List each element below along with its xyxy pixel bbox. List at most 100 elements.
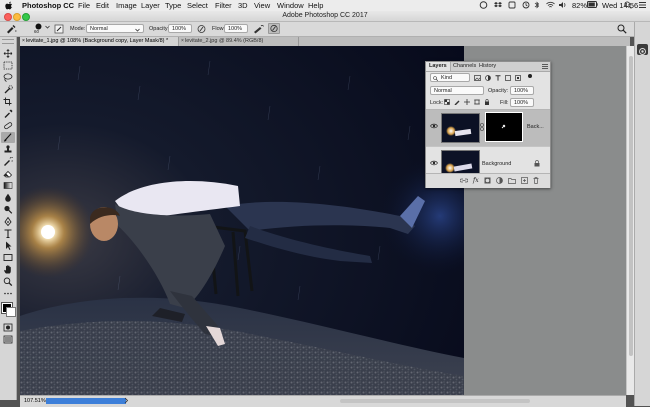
properties-panel-icon[interactable] <box>637 44 648 55</box>
lock-pixels-icon[interactable] <box>454 99 460 105</box>
document-info-bar[interactable] <box>46 398 126 404</box>
path-selection-tool-icon[interactable] <box>3 241 13 250</box>
tab-layers[interactable]: Layers <box>426 62 451 71</box>
spotlight-icon[interactable] <box>624 1 632 11</box>
volume-icon[interactable] <box>558 1 567 11</box>
panel-menu-icon[interactable] <box>542 64 548 71</box>
background-color-swatch[interactable] <box>6 307 16 317</box>
menu-select[interactable]: Select <box>187 1 208 10</box>
new-adjustment-layer-icon[interactable] <box>496 177 503 184</box>
zoom-tool-icon[interactable] <box>3 277 13 286</box>
eye-icon[interactable] <box>430 123 438 129</box>
pressure-size-icon[interactable] <box>268 23 280 34</box>
filter-adjustment-icon[interactable] <box>485 75 491 81</box>
quick-selection-tool-icon[interactable] <box>3 85 13 94</box>
menu-file[interactable]: File <box>78 1 90 10</box>
eraser-tool-icon[interactable] <box>3 169 13 178</box>
filter-pixel-icon[interactable] <box>474 75 481 81</box>
wifi-icon[interactable] <box>546 1 555 11</box>
creative-cloud-icon[interactable] <box>479 1 488 11</box>
horizontal-scrollbar-thumb[interactable] <box>340 399 530 403</box>
menu-extra-icon[interactable] <box>508 1 516 11</box>
filter-smart-object-icon[interactable] <box>515 75 521 81</box>
menu-window[interactable]: Window <box>277 1 304 10</box>
filter-shape-icon[interactable] <box>505 75 511 81</box>
new-layer-icon[interactable] <box>521 177 528 184</box>
document-canvas[interactable] <box>20 46 464 395</box>
lock-transparent-icon[interactable] <box>444 99 450 105</box>
lasso-tool-icon[interactable] <box>3 73 13 82</box>
layer-thumbnail[interactable] <box>441 113 480 143</box>
flow-field[interactable]: 100% <box>224 24 248 33</box>
menu-type[interactable]: Type <box>165 1 181 10</box>
dropbox-icon[interactable] <box>494 1 502 11</box>
search-icon[interactable] <box>617 24 627 36</box>
gradient-tool-icon[interactable] <box>3 181 13 190</box>
crop-tool-icon[interactable] <box>3 97 13 106</box>
bluetooth-icon[interactable] <box>534 1 540 11</box>
blur-tool-icon[interactable] <box>3 193 13 202</box>
trash-icon[interactable] <box>533 177 539 184</box>
menu-view[interactable]: View <box>254 1 270 10</box>
healing-brush-tool-icon[interactable] <box>3 121 13 130</box>
marquee-tool-icon[interactable] <box>3 61 13 70</box>
lock-all-icon[interactable] <box>484 99 490 105</box>
scrollbar-thumb[interactable] <box>629 56 633 356</box>
fill-field[interactable]: 100% <box>510 98 534 107</box>
battery-icon[interactable] <box>587 1 598 10</box>
link-layers-icon[interactable] <box>460 178 468 183</box>
brush-settings-panel-icon[interactable] <box>54 24 64 36</box>
history-brush-tool-icon[interactable] <box>3 157 13 166</box>
chevron-down-icon[interactable] <box>45 25 50 31</box>
link-icon[interactable] <box>480 123 484 131</box>
menu-help[interactable]: Help <box>308 1 323 10</box>
filter-toggle-icon[interactable] <box>528 74 532 78</box>
notification-center-icon[interactable] <box>638 1 647 11</box>
layer-row-background-copy[interactable]: Back... <box>426 110 550 147</box>
close-icon[interactable]: × <box>22 37 25 46</box>
eyedropper-tool-icon[interactable] <box>3 109 13 118</box>
menu-edit[interactable]: Edit <box>96 1 109 10</box>
more-tools-icon[interactable] <box>3 289 13 298</box>
mode-select[interactable]: Normal <box>86 24 144 33</box>
brush-tool-icon[interactable] <box>3 133 13 142</box>
app-menu[interactable]: Photoshop CC <box>22 1 74 10</box>
opacity-field[interactable]: 100% <box>168 24 192 33</box>
blend-mode-select[interactable]: Normal <box>430 86 484 95</box>
pressure-opacity-icon[interactable] <box>197 24 206 36</box>
add-mask-icon[interactable] <box>484 177 491 184</box>
chevron-right-icon[interactable] <box>124 397 129 406</box>
pen-tool-icon[interactable] <box>3 217 13 226</box>
eye-icon[interactable] <box>430 160 438 166</box>
rectangle-tool-icon[interactable] <box>3 253 13 262</box>
hand-tool-icon[interactable] <box>3 265 13 274</box>
brush-tool-preset-icon[interactable] <box>5 24 17 36</box>
layer-name[interactable]: Background <box>482 161 511 167</box>
airbrush-icon[interactable] <box>253 24 264 36</box>
filter-kind-select[interactable]: Kind <box>430 73 470 82</box>
tab-channels[interactable]: Channels <box>450 62 479 71</box>
lock-artboard-icon[interactable] <box>474 99 480 105</box>
menu-3d[interactable]: 3D <box>238 1 248 10</box>
layer-mask-thumbnail[interactable] <box>485 112 523 142</box>
dodge-tool-icon[interactable] <box>3 205 13 214</box>
tab-levitate-1[interactable]: × levitate_1.jpg @ 108% (Background copy… <box>20 37 179 46</box>
layer-name[interactable]: Back... <box>527 124 544 130</box>
lock-position-icon[interactable] <box>464 99 470 105</box>
time-machine-icon[interactable] <box>522 1 530 11</box>
new-group-icon[interactable] <box>508 177 516 184</box>
quick-mask-icon[interactable] <box>3 323 13 332</box>
zoom-level[interactable]: 107.51% <box>24 398 46 404</box>
layer-opacity-field[interactable]: 100% <box>510 86 534 95</box>
toolbox-grip[interactable] <box>2 39 14 44</box>
menu-filter[interactable]: Filter <box>215 1 232 10</box>
menu-layer[interactable]: Layer <box>141 1 160 10</box>
fx-icon[interactable]: fx <box>473 177 479 184</box>
tab-levitate-2[interactable]: × levitate_2.jpg @ 89.4% (RGB/8) <box>179 37 299 46</box>
move-tool-icon[interactable] <box>3 49 13 58</box>
screen-mode-icon[interactable] <box>3 335 13 344</box>
filter-type-icon[interactable] <box>495 75 501 81</box>
menu-image[interactable]: Image <box>116 1 137 10</box>
clock[interactable]: Wed 14:56 <box>602 1 638 10</box>
close-icon[interactable]: × <box>181 37 184 46</box>
